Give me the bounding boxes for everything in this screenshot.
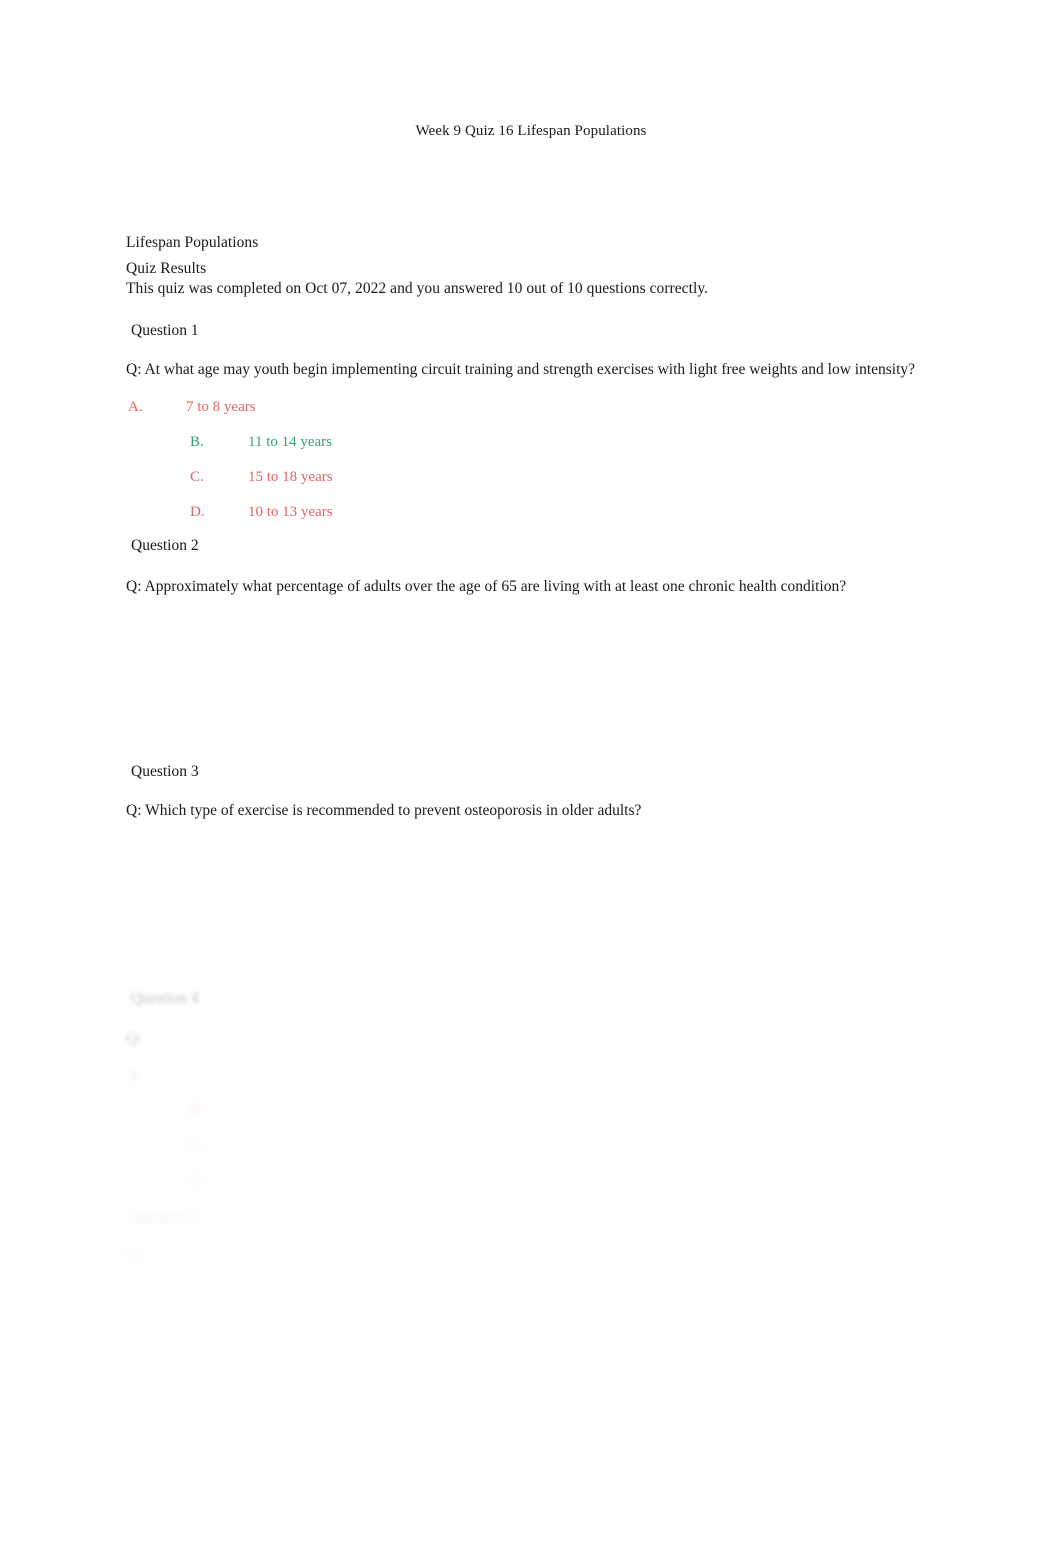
option-text: 7 to 8 years <box>186 399 256 415</box>
question-4-option-c[interactable]: C. <box>190 1136 248 1154</box>
option-letter: B. <box>190 1102 204 1118</box>
option-letter: A. <box>128 399 143 415</box>
question-4-option-d[interactable]: D. <box>190 1172 248 1190</box>
question-5-prompt: Q: <box>126 1246 142 1263</box>
question-2-heading: Question 2 <box>131 537 199 554</box>
document-page: Week 9 Quiz 16 Lifespan Populations Life… <box>0 0 1062 1561</box>
question-4-heading: Question 4 <box>131 990 199 1007</box>
option-letter: B. <box>190 434 204 450</box>
question-1-prompt: Q: At what age may youth begin implement… <box>126 361 916 378</box>
obscured-ghost-line <box>266 974 270 992</box>
question-3-prompt: Q: Which type of exercise is recommended… <box>126 802 642 819</box>
option-letter: C. <box>190 1137 204 1153</box>
question-4-option-a[interactable]: A. <box>128 1066 186 1084</box>
question-1-option-b[interactable]: B. 11 to 14 years <box>190 433 332 451</box>
course-title: Lifespan Populations <box>126 234 259 251</box>
question-3-heading: Question 3 <box>131 763 199 780</box>
question-1-option-a[interactable]: A. 7 to 8 years <box>128 398 256 416</box>
option-text: 10 to 13 years <box>248 504 333 520</box>
quiz-results-label: Quiz Results <box>126 260 207 277</box>
option-letter: A. <box>128 1067 143 1083</box>
question-4-prompt: Q: <box>126 1030 142 1047</box>
question-2-prompt: Q: Approximately what percentage of adul… <box>126 578 847 595</box>
question-5-heading: Question 5 <box>131 1208 199 1225</box>
option-letter: D. <box>190 504 205 520</box>
option-letter: C. <box>190 469 204 485</box>
question-1-heading: Question 1 <box>131 322 199 339</box>
question-4-option-b[interactable]: B. <box>190 1101 248 1119</box>
question-1-option-d[interactable]: D. 10 to 13 years <box>190 503 333 521</box>
option-letter: D. <box>190 1173 205 1189</box>
document-header-title: Week 9 Quiz 16 Lifespan Populations <box>415 123 647 139</box>
option-text: 11 to 14 years <box>248 434 333 450</box>
obscured-preview-region: Question 4 Q: A. B. C. D. Question 5 Q: <box>0 968 1062 1298</box>
quiz-results-summary: This quiz was completed on Oct 07, 2022 … <box>126 280 709 297</box>
question-1-option-c[interactable]: C. 15 to 18 years <box>190 468 333 486</box>
option-text: 15 to 18 years <box>248 469 333 485</box>
